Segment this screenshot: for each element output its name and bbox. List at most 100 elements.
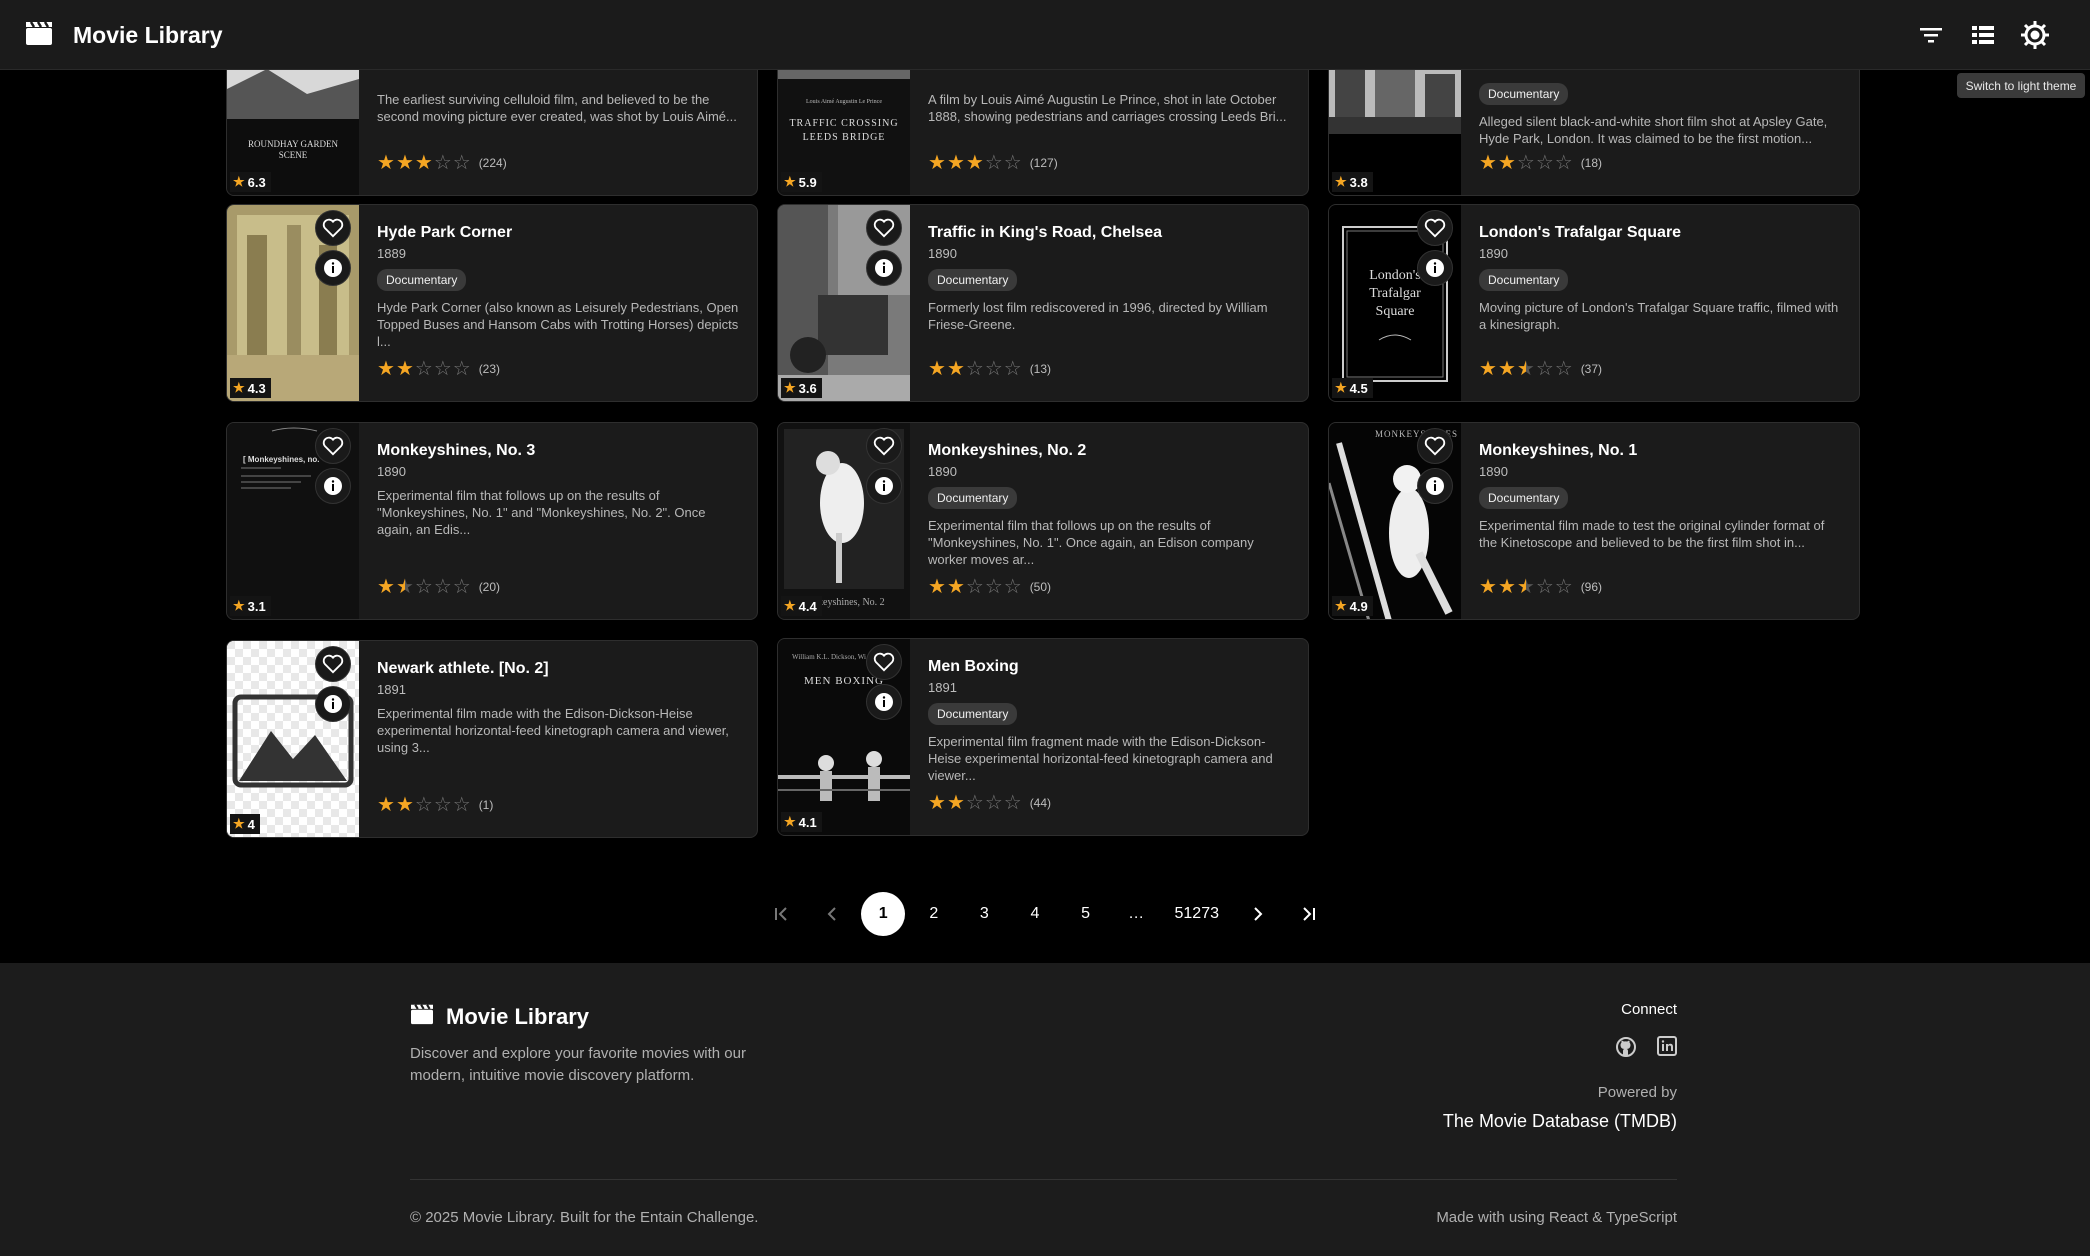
first-page-button[interactable] bbox=[760, 892, 804, 936]
star-icon: ☆ bbox=[984, 358, 1003, 380]
heart-icon bbox=[873, 652, 895, 672]
heart-icon bbox=[1424, 218, 1446, 238]
rating-badge: ★ 4.9 bbox=[1332, 596, 1373, 616]
info-button[interactable] bbox=[866, 250, 902, 286]
movie-year: 1891 bbox=[377, 682, 406, 697]
list-view-button[interactable] bbox=[1968, 20, 1998, 50]
movie-grid: ROUNDHAY GARDEN SCENE ★ 6.3 The earliest … bbox=[0, 70, 2090, 963]
movie-description: Formerly lost film rediscovered in 1996,… bbox=[928, 300, 1268, 332]
movie-title[interactable]: Men Boxing bbox=[928, 657, 1294, 677]
rating-count: (50) bbox=[1029, 580, 1052, 594]
rating-count: (224) bbox=[478, 156, 507, 170]
star-icon: ★ bbox=[395, 152, 414, 174]
theme-toggle-icon bbox=[2021, 21, 2049, 49]
page-1-button[interactable]: 1 bbox=[861, 892, 906, 936]
movie-title[interactable]: Traffic in King's Road, Chelsea bbox=[928, 223, 1294, 243]
movie-card[interactable]: MONKEYSHINES ★ 4.9 Monkeyshines, No. 1 18… bbox=[1328, 422, 1860, 620]
movie-title[interactable]: London's Trafalgar Square bbox=[1479, 223, 1845, 243]
movie-poster: ROUNDHAY GARDEN SCENE ★ 6.3 bbox=[227, 70, 359, 195]
movie-title[interactable]: Monkeyshines, No. 2 bbox=[928, 441, 1294, 461]
movie-card[interactable]: ★ 4 Newark athlete. [No. 2] 1891 Experime… bbox=[226, 640, 758, 838]
star-icon: ★ bbox=[377, 576, 395, 598]
linkedin-icon[interactable] bbox=[1657, 1036, 1677, 1063]
page-2-button[interactable]: 2 bbox=[912, 892, 956, 936]
star-icon: ☆ bbox=[1535, 152, 1554, 174]
movie-title[interactable]: Hyde Park Corner bbox=[377, 223, 743, 243]
rating-count: (20) bbox=[478, 580, 501, 594]
info-button[interactable] bbox=[866, 684, 902, 720]
movie-card[interactable]: London's Trafalgar Square ★ 4.5 London's … bbox=[1328, 204, 1860, 402]
movie-card[interactable]: ★ 3.6 Traffic in King's Road, Chelsea 189… bbox=[777, 204, 1309, 402]
poster-caption: ROUNDHAY GARDEN SCENE bbox=[247, 139, 339, 160]
movie-title[interactable]: Monkeyshines, No. 1 bbox=[1479, 441, 1845, 461]
info-icon bbox=[324, 695, 342, 713]
movie-card[interactable]: ROUNDHAY GARDEN SCENE ★ 6.3 The earliest … bbox=[226, 70, 758, 196]
star-icon: ★ bbox=[1497, 152, 1516, 174]
movie-card[interactable]: William K.L. Dickson, Wi MEN BOXING ★ 4.1… bbox=[777, 638, 1309, 836]
favorite-button[interactable] bbox=[866, 644, 902, 680]
info-button[interactable] bbox=[315, 250, 351, 286]
star-icon: ★ bbox=[414, 152, 433, 174]
tmdb-link[interactable]: The Movie Database (TMDB) bbox=[1443, 1111, 1677, 1132]
star-icon: ☆ bbox=[433, 576, 452, 598]
last-page-button[interactable] bbox=[1286, 892, 1330, 936]
genre-chip: Documentary bbox=[928, 703, 1018, 725]
info-button[interactable] bbox=[315, 686, 351, 722]
star-icon: ★ bbox=[233, 174, 245, 189]
filter-button[interactable] bbox=[1916, 20, 1946, 50]
favorite-button[interactable] bbox=[866, 428, 902, 464]
rating-count: (127) bbox=[1029, 156, 1058, 170]
movie-card[interactable]: ★ 3.8 Documentary Alleged silent black-an… bbox=[1328, 70, 1860, 196]
info-icon bbox=[324, 259, 342, 277]
rating-badge: ★ 4.5 bbox=[1332, 378, 1373, 398]
star-icon: ☆ bbox=[1003, 576, 1022, 598]
favorite-button[interactable] bbox=[1417, 210, 1453, 246]
filter-icon bbox=[1920, 28, 1942, 43]
star-icon: ☆ bbox=[452, 794, 471, 816]
movie-description: Hyde Park Corner (also known as Leisurel… bbox=[377, 300, 739, 349]
favorite-button[interactable] bbox=[866, 210, 902, 246]
page-5-button[interactable]: 5 bbox=[1064, 892, 1108, 936]
info-button[interactable] bbox=[1417, 250, 1453, 286]
star-rating: ★ ★ ★ ☆ ☆ (96) bbox=[1479, 577, 1602, 597]
star-icon: ★ bbox=[928, 358, 946, 380]
heart-icon bbox=[322, 654, 344, 674]
movie-poster: Louis Aimé Augustin Le Prince TRAFFIC CR… bbox=[778, 70, 910, 195]
favorite-button[interactable] bbox=[315, 428, 351, 464]
rating-badge: ★ 4.1 bbox=[781, 812, 822, 832]
connect-heading: Connect bbox=[1621, 1001, 1677, 1018]
next-page-button[interactable] bbox=[1235, 892, 1279, 936]
page-4-button[interactable]: 4 bbox=[1013, 892, 1057, 936]
github-icon[interactable] bbox=[1615, 1036, 1637, 1063]
star-icon: ☆ bbox=[1535, 576, 1554, 598]
favorite-button[interactable] bbox=[315, 210, 351, 246]
star-icon: ★ bbox=[928, 576, 946, 598]
star-icon: ★ bbox=[928, 792, 946, 814]
movie-year: 1890 bbox=[928, 464, 957, 479]
info-button[interactable] bbox=[315, 468, 351, 504]
theme-toggle-button[interactable] bbox=[2020, 20, 2050, 50]
star-icon: ★ bbox=[377, 794, 395, 816]
movie-card[interactable]: [ Monkeyshines, no. ★ 3.1 Monkeyshines, N… bbox=[226, 422, 758, 620]
brand[interactable]: Movie Library bbox=[25, 20, 223, 51]
info-icon bbox=[324, 477, 342, 495]
movie-card[interactable]: keyshines, No. 2 ★ 4.4 Monkeyshines, No. … bbox=[777, 422, 1309, 620]
star-icon: ☆ bbox=[452, 358, 471, 380]
movie-title[interactable]: Monkeyshines, No. 3 bbox=[377, 441, 743, 461]
favorite-button[interactable] bbox=[315, 646, 351, 682]
info-button[interactable] bbox=[866, 468, 902, 504]
star-rating: ★ ★ ★ ☆ ☆ (127) bbox=[928, 153, 1058, 173]
prev-page-button[interactable] bbox=[811, 892, 855, 936]
rating-badge: ★ 5.9 bbox=[781, 172, 822, 192]
movie-card[interactable]: ★ 4.3 Hyde Park Corner 1889 Documentary H… bbox=[226, 204, 758, 402]
poster-caption: [ Monkeyshines, no. bbox=[243, 455, 320, 464]
movie-card[interactable]: Louis Aimé Augustin Le Prince TRAFFIC CR… bbox=[777, 70, 1309, 196]
favorite-button[interactable] bbox=[1417, 428, 1453, 464]
star-icon: ☆ bbox=[1003, 152, 1022, 174]
star-icon: ☆ bbox=[414, 358, 433, 380]
info-button[interactable] bbox=[1417, 468, 1453, 504]
movie-title[interactable]: Newark athlete. [No. 2] bbox=[377, 659, 743, 679]
last-page-number-button[interactable]: 51273 bbox=[1165, 892, 1229, 936]
rating-count: (96) bbox=[1580, 580, 1603, 594]
page-3-button[interactable]: 3 bbox=[962, 892, 1006, 936]
